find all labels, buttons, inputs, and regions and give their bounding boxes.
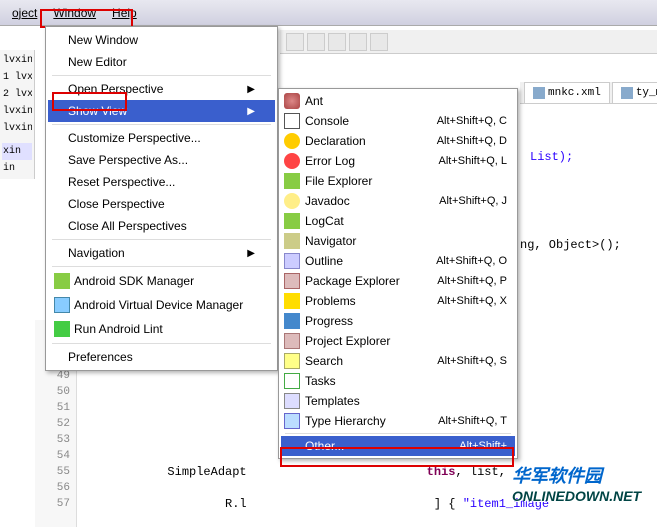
editor-tab[interactable]: ty_mr — [612, 82, 657, 103]
toolbar-button[interactable] — [286, 33, 304, 51]
menu-view-item[interactable]: Tasks — [281, 371, 515, 391]
sidebar-item[interactable]: in — [2, 160, 32, 177]
menu-view-item[interactable]: ProblemsAlt+Shift+Q, X — [281, 291, 515, 311]
device-icon — [54, 297, 70, 313]
sidebar-item[interactable]: 2 lvx — [2, 86, 32, 103]
sidebar-item[interactable]: lvxin — [2, 120, 32, 137]
watermark: 华军软件园 ONLINEDOWN.NET — [512, 462, 652, 522]
sidebar: lvxin 1 lvx 2 lvx lvxin lvxin xin in — [0, 50, 35, 179]
toolbar-button[interactable] — [307, 33, 325, 51]
menu-customize-perspective[interactable]: Customize Perspective... — [48, 127, 275, 149]
tmpl-icon — [284, 393, 300, 409]
search-icon — [284, 353, 300, 369]
code-fragment: ng, Object>(); — [520, 238, 621, 252]
editor-tab[interactable]: mnkc.xml — [524, 82, 610, 103]
javadoc-icon — [284, 193, 300, 209]
menu-other[interactable]: Other... Alt+Shift+ — [281, 436, 515, 456]
menu-new-window[interactable]: New Window — [48, 29, 275, 51]
menu-view-item[interactable]: Package ExplorerAlt+Shift+Q, P — [281, 271, 515, 291]
menu-view-item[interactable]: OutlineAlt+Shift+Q, O — [281, 251, 515, 271]
show-view-submenu: AntConsoleAlt+Shift+Q, CDeclarationAlt+S… — [278, 88, 518, 459]
window-menu: New Window New Editor Open Perspective▶ … — [45, 26, 278, 371]
menu-project[interactable]: oject — [4, 3, 45, 23]
menu-view-item[interactable]: Error LogAlt+Shift+Q, L — [281, 151, 515, 171]
menu-view-item[interactable]: LogCat — [281, 211, 515, 231]
outline-icon — [284, 253, 300, 269]
menu-android-lint[interactable]: Run Android Lint — [48, 317, 275, 341]
toolbar-button[interactable] — [349, 33, 367, 51]
ant-icon — [284, 93, 300, 109]
nav-icon — [284, 233, 300, 249]
menu-help[interactable]: Help — [104, 3, 145, 23]
sidebar-item[interactable]: lvxin — [2, 52, 32, 69]
menu-view-item[interactable]: Progress — [281, 311, 515, 331]
menu-view-item[interactable]: DeclarationAlt+Shift+Q, D — [281, 131, 515, 151]
menu-view-item[interactable]: Ant — [281, 91, 515, 111]
editor-tabs: mnkc.xml ty_mr — [520, 82, 657, 104]
sidebar-item[interactable]: xin — [2, 143, 32, 160]
prob-icon — [284, 293, 300, 309]
menubar: oject Window Help — [0, 0, 657, 26]
menu-close-all-perspectives[interactable]: Close All Perspectives — [48, 215, 275, 237]
menu-new-editor[interactable]: New Editor — [48, 51, 275, 73]
xml-icon — [533, 87, 545, 99]
toolbar-button[interactable] — [328, 33, 346, 51]
menu-view-item[interactable]: File Explorer — [281, 171, 515, 191]
toolbar-button[interactable] — [370, 33, 388, 51]
menu-view-item[interactable]: Navigator — [281, 231, 515, 251]
menu-open-perspective[interactable]: Open Perspective▶ — [48, 78, 275, 100]
chevron-right-icon: ▶ — [247, 84, 255, 95]
pkg-icon — [284, 273, 300, 289]
menu-android-sdk[interactable]: Android SDK Manager — [48, 269, 275, 293]
check-icon — [54, 321, 70, 337]
xml-icon — [621, 87, 633, 99]
proj-icon — [284, 333, 300, 349]
android-icon — [54, 273, 70, 289]
console-icon — [284, 113, 300, 129]
toolbar — [280, 30, 657, 54]
menu-view-item[interactable]: JavadocAlt+Shift+Q, J — [281, 191, 515, 211]
menu-view-item[interactable]: ConsoleAlt+Shift+Q, C — [281, 111, 515, 131]
menu-navigation[interactable]: Navigation▶ — [48, 242, 275, 264]
logcat-icon — [284, 213, 300, 229]
menu-preferences[interactable]: Preferences — [48, 346, 275, 368]
code-fragment: List); — [530, 150, 573, 164]
prog-icon — [284, 313, 300, 329]
android-icon — [284, 173, 300, 189]
decl-icon — [284, 133, 300, 149]
menu-android-avd[interactable]: Android Virtual Device Manager — [48, 293, 275, 317]
menu-save-perspective[interactable]: Save Perspective As... — [48, 149, 275, 171]
type-icon — [284, 413, 300, 429]
tasks-icon — [284, 373, 300, 389]
menu-view-item[interactable]: Project Explorer — [281, 331, 515, 351]
chevron-right-icon: ▶ — [247, 106, 255, 117]
menu-window[interactable]: Window — [45, 3, 104, 23]
menu-close-perspective[interactable]: Close Perspective — [48, 193, 275, 215]
chevron-right-icon: ▶ — [247, 248, 255, 259]
menu-view-item[interactable]: Templates — [281, 391, 515, 411]
menu-view-item[interactable]: Type HierarchyAlt+Shift+Q, T — [281, 411, 515, 431]
error-icon — [284, 153, 300, 169]
sidebar-item[interactable]: 1 lvx — [2, 69, 32, 86]
menu-show-view[interactable]: Show View▶ — [48, 100, 275, 122]
menu-reset-perspective[interactable]: Reset Perspective... — [48, 171, 275, 193]
sidebar-item[interactable]: lvxin — [2, 103, 32, 120]
menu-view-item[interactable]: SearchAlt+Shift+Q, S — [281, 351, 515, 371]
